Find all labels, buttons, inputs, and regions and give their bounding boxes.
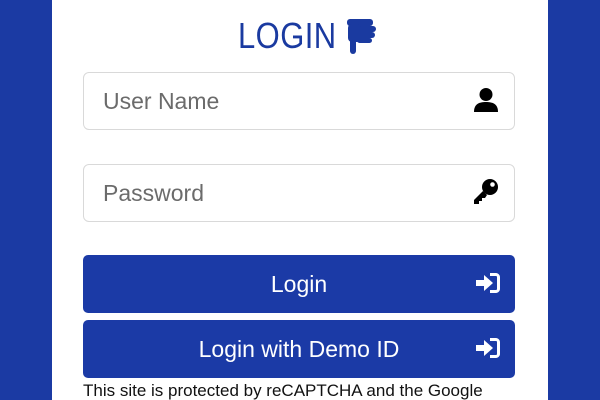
login-card: LOGIN User Name Login Login with Demo ID…	[52, 0, 548, 400]
demo-login-button-label: Login with Demo ID	[198, 335, 400, 362]
user-icon	[472, 86, 500, 114]
username-field	[83, 72, 515, 130]
hand-pointing-down-icon	[344, 16, 378, 56]
login-button[interactable]: Login	[83, 255, 515, 313]
key-icon	[472, 178, 500, 206]
password-field	[83, 164, 515, 222]
password-input[interactable]	[84, 165, 464, 221]
sign-in-icon	[475, 271, 501, 295]
login-button-label: Login	[270, 270, 328, 297]
demo-login-button[interactable]: Login with Demo ID	[83, 320, 515, 378]
page-title: LOGIN	[237, 15, 337, 56]
recaptcha-notice: This site is protected by reCAPTCHA and …	[83, 381, 483, 400]
login-header: LOGIN	[52, 14, 548, 58]
background-left-panel	[0, 0, 52, 400]
username-input[interactable]	[84, 73, 464, 129]
sign-in-icon	[475, 336, 501, 360]
background-right-panel	[548, 0, 600, 400]
